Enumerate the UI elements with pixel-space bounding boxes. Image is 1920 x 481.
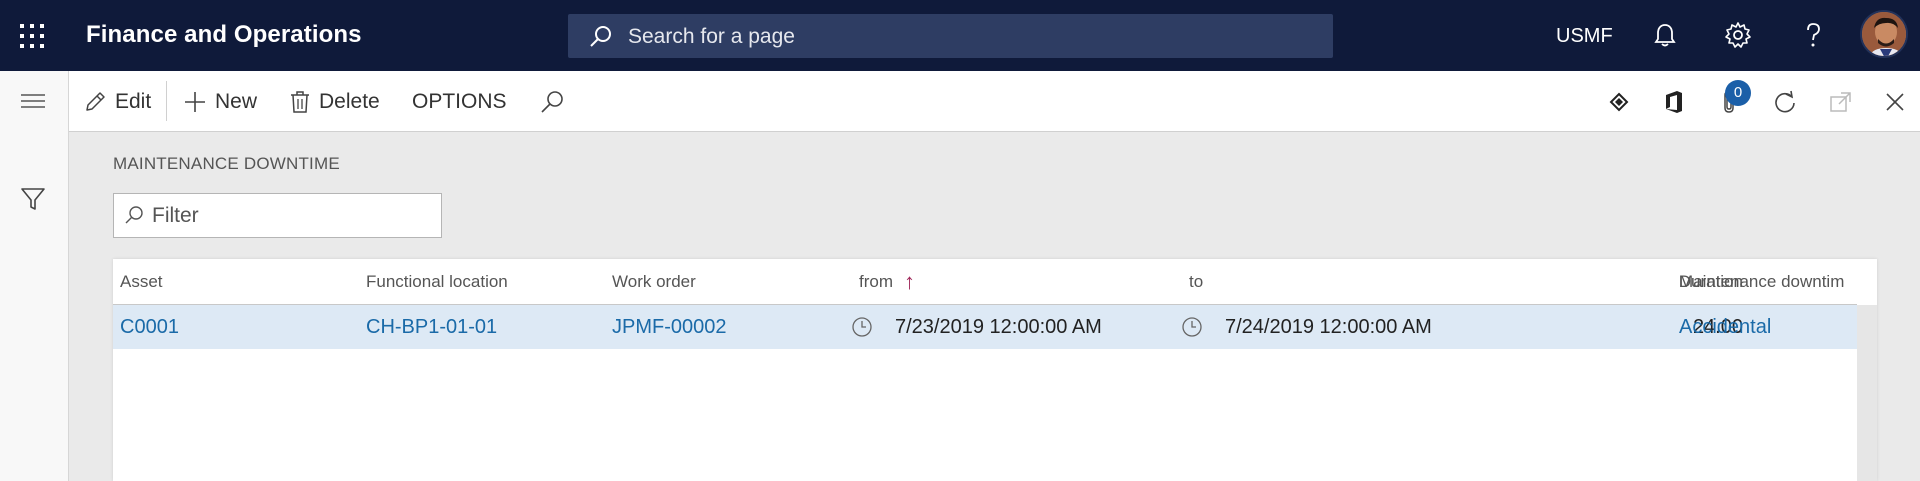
search-icon bbox=[541, 90, 563, 113]
delete-label: Delete bbox=[319, 89, 380, 113]
edit-icon bbox=[86, 91, 105, 111]
options-tab[interactable]: OPTIONS bbox=[412, 71, 507, 132]
diamond-icon[interactable] bbox=[1605, 88, 1633, 116]
delete-button[interactable]: Delete bbox=[289, 71, 380, 132]
new-label: New bbox=[215, 89, 258, 113]
edit-button[interactable]: Edit bbox=[83, 71, 151, 132]
cell-asset[interactable]: C0001 bbox=[120, 305, 179, 349]
search-icon bbox=[590, 26, 611, 47]
user-avatar[interactable] bbox=[1860, 10, 1908, 58]
options-label: OPTIONS bbox=[412, 89, 507, 113]
page-caption: MAINTENANCE DOWNTIME bbox=[113, 154, 340, 173]
action-search-button[interactable] bbox=[539, 71, 573, 132]
hamburger-icon[interactable] bbox=[21, 92, 45, 110]
grid-filter-box[interactable] bbox=[113, 193, 442, 238]
action-separator bbox=[166, 81, 167, 121]
top-navigation-bar: Finance and Operations Search for a page… bbox=[0, 0, 1920, 71]
attachments-count-badge: 0 bbox=[1725, 80, 1751, 106]
office-icon[interactable] bbox=[1660, 88, 1688, 116]
downtime-grid: Asset Functional location Work order fro… bbox=[113, 259, 1877, 481]
gear-icon[interactable] bbox=[1723, 20, 1753, 50]
filter-icon[interactable] bbox=[20, 186, 46, 212]
column-header-asset[interactable]: Asset bbox=[120, 259, 360, 305]
cell-work-order[interactable]: JPMF-00002 bbox=[612, 305, 727, 349]
table-row[interactable]: C0001 CH-BP1-01-01 JPMF-00002 7/23/2019 … bbox=[113, 305, 1857, 349]
search-icon bbox=[125, 206, 143, 224]
popout-icon bbox=[1830, 92, 1851, 112]
company-selector[interactable]: USMF bbox=[1556, 25, 1613, 48]
grid-scrollbar[interactable] bbox=[1857, 305, 1877, 481]
new-button[interactable]: New bbox=[183, 71, 257, 132]
column-header-maintenance-downtime[interactable]: Maintenance downtim bbox=[1679, 259, 1857, 305]
column-header-functional-location[interactable]: Functional location bbox=[366, 259, 606, 305]
app-launcher-icon[interactable] bbox=[20, 24, 44, 48]
cell-maintenance-downtime[interactable]: Accidental bbox=[1679, 305, 1771, 349]
bell-icon[interactable] bbox=[1650, 20, 1680, 50]
left-navigation-rail bbox=[0, 71, 69, 481]
cell-from[interactable]: 7/23/2019 12:00:00 AM bbox=[895, 305, 1102, 349]
cell-functional-location[interactable]: CH-BP1-01-01 bbox=[366, 305, 497, 349]
help-icon[interactable] bbox=[1798, 20, 1828, 50]
edit-label: Edit bbox=[115, 89, 152, 113]
clock-icon[interactable] bbox=[851, 316, 873, 338]
plus-icon bbox=[185, 91, 205, 112]
app-title[interactable]: Finance and Operations bbox=[86, 21, 362, 49]
clock-icon[interactable] bbox=[1181, 316, 1203, 338]
refresh-icon[interactable] bbox=[1771, 88, 1799, 116]
column-header-work-order[interactable]: Work order bbox=[612, 259, 852, 305]
search-placeholder: Search for a page bbox=[628, 25, 795, 48]
sort-up-icon: ↑ bbox=[904, 269, 915, 294]
filter-input[interactable] bbox=[152, 201, 432, 231]
trash-icon bbox=[291, 90, 309, 113]
column-header-to[interactable]: to bbox=[1189, 259, 1229, 305]
cell-to[interactable]: 7/24/2019 12:00:00 AM bbox=[1225, 305, 1432, 349]
avatar-image bbox=[1862, 12, 1906, 56]
action-pane: Edit New Delete OPTIONS 0 bbox=[69, 71, 1920, 132]
global-search-box[interactable]: Search for a page bbox=[568, 14, 1333, 58]
close-icon[interactable] bbox=[1881, 88, 1909, 116]
